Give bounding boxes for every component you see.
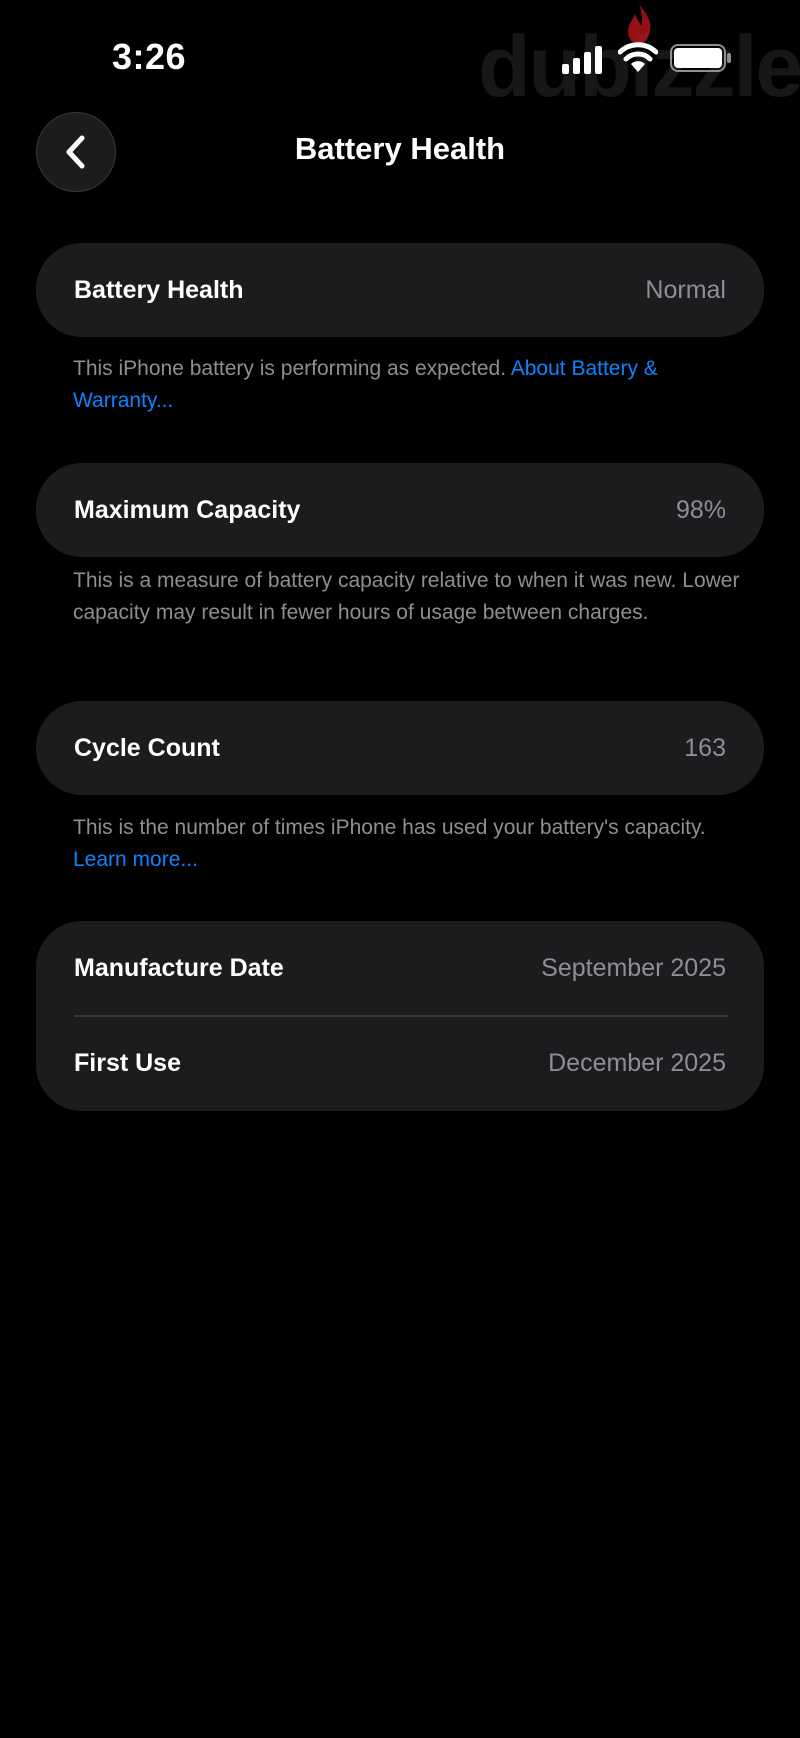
cycle-count-footnote-text: This is the number of times iPhone has u… xyxy=(73,816,706,839)
maximum-capacity-card: Maximum Capacity 98% xyxy=(36,463,764,557)
wifi-icon xyxy=(618,42,658,72)
maximum-capacity-value: 98% xyxy=(675,495,726,524)
status-bar: dubizzle 3:26 xyxy=(0,0,800,115)
manufacture-date-label: Manufacture Date xyxy=(74,953,284,982)
maximum-capacity-label: Maximum Capacity xyxy=(74,495,301,524)
cycle-count-value: 163 xyxy=(684,733,726,762)
first-use-value: December 2025 xyxy=(548,1049,726,1077)
maximum-capacity-footnote: This is a measure of battery capacity re… xyxy=(73,569,740,624)
battery-health-row: Battery Health Normal xyxy=(36,243,764,337)
status-time: 3:26 xyxy=(112,36,187,77)
dates-card: Manufacture Date September 2025 First Us… xyxy=(36,921,764,1111)
learn-more-link[interactable]: Learn more... xyxy=(73,848,198,871)
battery-health-footnote: This iPhone battery is performing as exp… xyxy=(73,353,753,417)
manufacture-date-value: September 2025 xyxy=(541,953,726,982)
battery-health-footnote-text: This iPhone battery is performing as exp… xyxy=(73,357,511,380)
cycle-count-row: Cycle Count 163 xyxy=(36,701,764,795)
battery-icon xyxy=(670,44,731,72)
page-title: Battery Health xyxy=(294,131,506,166)
battery-health-label: Battery Health xyxy=(74,275,244,304)
manufacture-date-row: Manufacture Date September 2025 xyxy=(36,921,764,1015)
flame-icon xyxy=(628,4,651,44)
battery-health-value: Normal xyxy=(645,275,726,304)
cellular-signal-icon xyxy=(562,46,602,74)
battery-health-card: Battery Health Normal xyxy=(36,243,764,337)
cycle-count-label: Cycle Count xyxy=(74,733,220,762)
first-use-row: First Use December 2025 xyxy=(36,1017,764,1111)
cycle-count-footnote: This is the number of times iPhone has u… xyxy=(73,812,753,876)
maximum-capacity-row: Maximum Capacity 98% xyxy=(36,463,764,557)
first-use-label: First Use xyxy=(74,1049,181,1077)
cycle-count-card: Cycle Count 163 xyxy=(36,701,764,795)
